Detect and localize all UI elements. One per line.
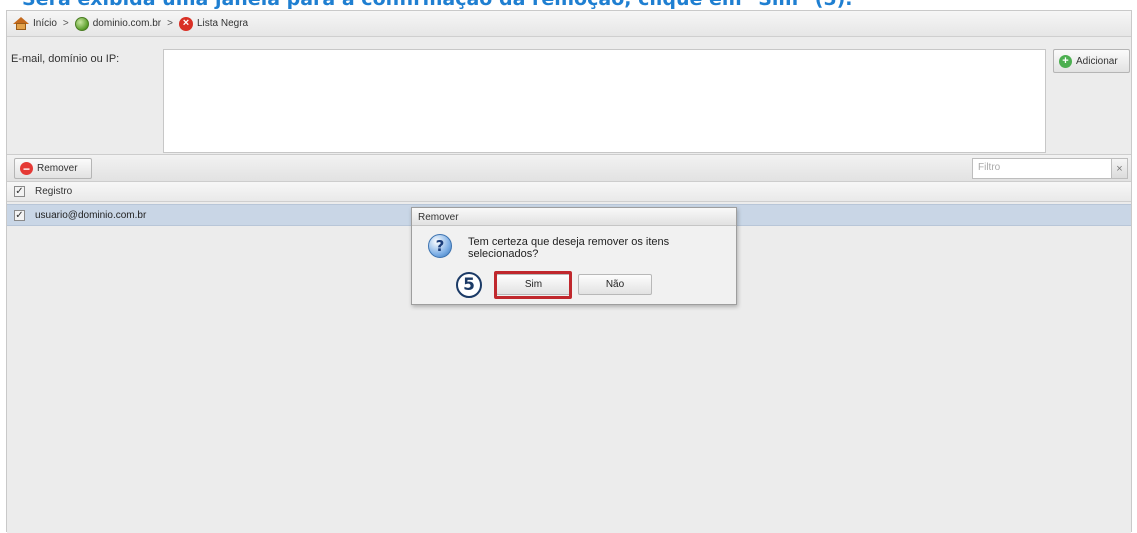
remove-button[interactable]: − Remover bbox=[14, 158, 92, 179]
globe-icon bbox=[74, 16, 89, 31]
breadcrumb: Início > dominio.com.br > × Lista Negra bbox=[7, 11, 1131, 37]
breadcrumb-domain-label: dominio.com.br bbox=[92, 18, 162, 29]
highlight-box bbox=[494, 271, 572, 299]
tutorial-caption: Será exibida uma janela para a confirmaç… bbox=[0, 0, 1137, 10]
dialog-message: Tem certeza que deseja remover os itens … bbox=[468, 236, 670, 260]
breadcrumb-current-label: Lista Negra bbox=[196, 18, 249, 29]
no-button[interactable]: Não bbox=[578, 274, 652, 295]
filter-clear-button[interactable]: × bbox=[1111, 158, 1128, 179]
dialog-title[interactable]: Remover bbox=[412, 208, 736, 226]
filter-input[interactable]: Filtro bbox=[972, 158, 1112, 179]
email-label: E-mail, domínio ou IP: bbox=[11, 53, 120, 65]
add-button-label: Adicionar bbox=[1076, 55, 1118, 67]
question-icon: ? bbox=[428, 234, 452, 258]
home-icon bbox=[13, 17, 29, 30]
add-button[interactable]: + Adicionar bbox=[1053, 49, 1130, 73]
red-x-icon: × bbox=[178, 16, 193, 31]
step-number-badge: 5 bbox=[456, 272, 482, 298]
column-header-registro[interactable]: Registro bbox=[35, 186, 72, 197]
grid-header: ✓ Registro bbox=[7, 182, 1131, 202]
breadcrumb-home-label: Início bbox=[33, 18, 57, 29]
minus-icon: − bbox=[20, 162, 33, 175]
breadcrumb-current: × Lista Negra bbox=[178, 16, 249, 31]
breadcrumb-separator: > bbox=[62, 18, 69, 29]
remove-button-label: Remover bbox=[37, 163, 78, 174]
breadcrumb-separator: > bbox=[167, 18, 173, 29]
breadcrumb-domain[interactable]: dominio.com.br bbox=[74, 16, 162, 31]
breadcrumb-home[interactable]: Início bbox=[13, 17, 57, 30]
plus-icon: + bbox=[1059, 54, 1072, 68]
row-checkbox[interactable]: ✓ bbox=[14, 209, 25, 221]
email-domain-ip-input[interactable] bbox=[163, 49, 1046, 153]
row-value: usuario@dominio.com.br bbox=[35, 209, 147, 221]
select-all-checkbox[interactable]: ✓ bbox=[14, 186, 25, 197]
toolbar: − Remover Filtro × bbox=[7, 154, 1131, 182]
